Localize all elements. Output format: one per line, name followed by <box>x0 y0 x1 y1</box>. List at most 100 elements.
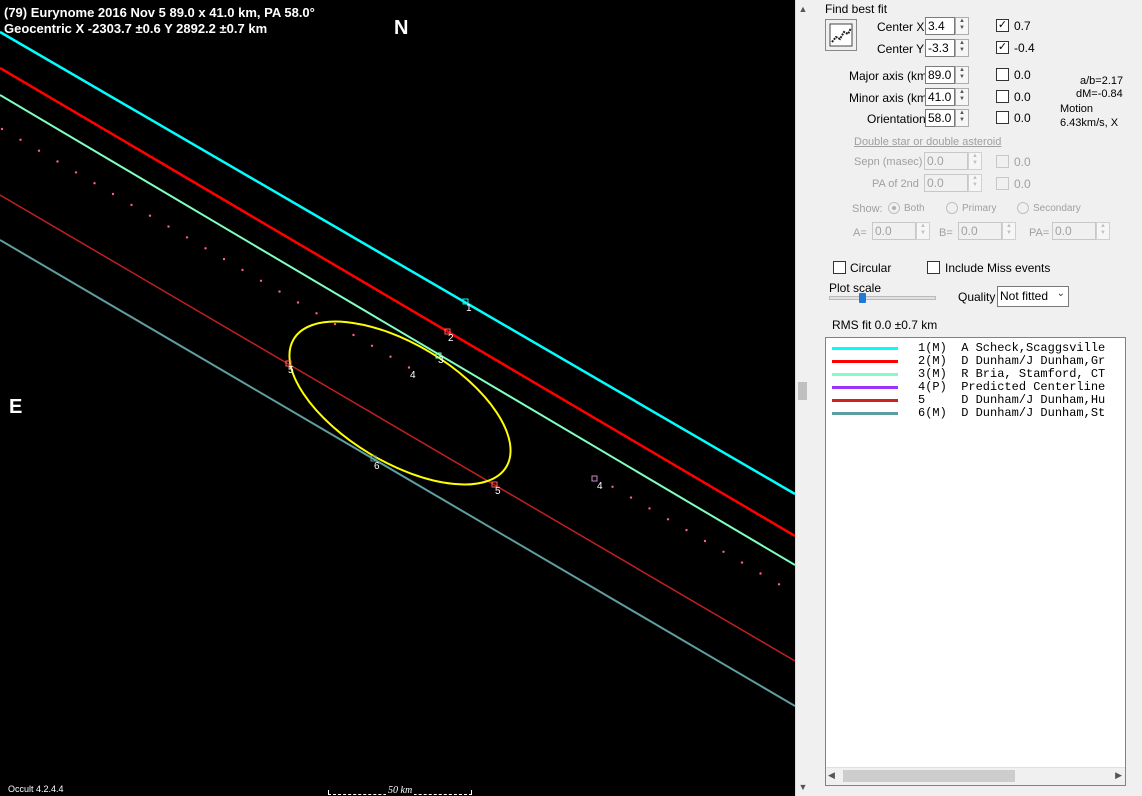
center-y-checkbox[interactable]: ✓ <box>996 41 1009 54</box>
b-label: B= <box>939 227 953 239</box>
major-axis-checkbox[interactable] <box>996 68 1009 81</box>
motion-label: Motion <box>1060 103 1094 115</box>
pa-2nd-result: 0.0 <box>1014 177 1031 191</box>
centerline-dot <box>611 485 614 488</box>
pa-2nd-input[interactable]: 0.0 <box>924 174 968 192</box>
sepn-input[interactable]: 0.0 <box>924 152 968 170</box>
minor-axis-result: 0.0 <box>1014 90 1031 104</box>
east-label: E <box>9 396 23 418</box>
a-label: A= <box>853 227 867 239</box>
find-best-fit-label: Find best fit <box>825 2 888 16</box>
pa-2nd-spinner[interactable]: ▲ ▼ <box>968 174 982 192</box>
sepn-spinner[interactable]: ▲ ▼ <box>968 152 982 170</box>
minor-axis-checkbox[interactable] <box>996 90 1009 103</box>
include-miss-checkbox[interactable] <box>927 261 940 274</box>
a-input[interactable]: 0.0 <box>872 222 916 240</box>
legend-color-swatch <box>832 347 898 350</box>
ab-ratio: a/b=2.17 <box>1080 75 1124 87</box>
centerline-dot <box>777 583 781 586</box>
b-input[interactable]: 0.0 <box>958 222 1002 240</box>
scroll-down-arrow-icon[interactable]: ▼ <box>796 780 810 794</box>
double-star-link[interactable]: Double star or double asteroid <box>854 136 1001 148</box>
centerline-dot <box>296 301 300 304</box>
pa-spinner[interactable]: ▲ ▼ <box>1096 222 1110 240</box>
scroll-right-arrow-icon[interactable]: ▶ <box>1115 770 1122 781</box>
center-x-spinner[interactable]: ▲ ▼ <box>955 17 969 35</box>
orientation-input[interactable]: 58.0 <box>925 109 955 127</box>
b-spinner[interactable]: ▲ ▼ <box>1002 222 1016 240</box>
a-spinner[interactable]: ▲ ▼ <box>916 222 930 240</box>
event-title: (79) Eurynome 2016 Nov 5 89.0 x 41.0 km,… <box>4 5 315 20</box>
sepn-checkbox[interactable] <box>996 155 1009 168</box>
centerline-dot <box>241 268 244 272</box>
centerline-dot <box>93 182 96 185</box>
center-x-input[interactable]: 3.4 <box>925 17 955 35</box>
orientation-spinner[interactable]: ▲ ▼ <box>955 109 969 127</box>
centerline-dot <box>0 127 4 131</box>
centerline-dot <box>167 225 170 228</box>
pa-input[interactable]: 0.0 <box>1052 222 1096 240</box>
orientation-checkbox[interactable] <box>996 111 1009 124</box>
major-axis-result: 0.0 <box>1014 68 1031 82</box>
occult-version: Occult 4.2.4.4 <box>8 784 64 794</box>
chord-label: 6 <box>374 461 380 472</box>
major-axis-input[interactable]: 89.0 <box>925 66 955 84</box>
chord-label: 1 <box>466 303 472 314</box>
minor-axis-input[interactable]: 41.0 <box>925 88 955 106</box>
chord-label: 4 <box>410 370 416 381</box>
chord-label: 5 <box>288 365 294 376</box>
orientation-result: 0.0 <box>1014 111 1031 125</box>
find-best-fit-button[interactable] <box>825 19 857 51</box>
show-secondary-radio[interactable] <box>1017 202 1029 214</box>
chord-label: 2 <box>448 333 454 344</box>
plot-scale-label: Plot scale <box>829 281 882 295</box>
legend-row[interactable]: 6(M) D Dunham/J Dunham,St <box>826 407 1125 420</box>
plot-scale-slider[interactable] <box>829 293 936 303</box>
predicted-centerline-dots <box>0 127 781 586</box>
plot-scale-slider-thumb[interactable] <box>859 293 866 303</box>
chord-legend-list[interactable]: 1(M) A Scheck,Scaggsville 2(M) D Dunham/J… <box>825 337 1126 786</box>
rms-fit: RMS fit 0.0 ±0.7 km <box>832 318 938 332</box>
quality-select-value: Not fitted <box>1000 289 1049 303</box>
centerline-dot <box>740 561 744 564</box>
centerline-dot <box>19 138 22 141</box>
legend-horizontal-scrollbar[interactable]: ◀ ▶ <box>826 767 1125 785</box>
center-x-checkbox[interactable]: ✓ <box>996 19 1009 32</box>
minor-axis-spinner[interactable]: ▲ ▼ <box>955 88 969 106</box>
center-y-input[interactable]: -3.3 <box>925 39 955 57</box>
quality-select[interactable]: Not fitted ⌄ <box>997 286 1069 307</box>
quality-label: Quality <box>958 290 996 304</box>
center-x-label: Center X <box>877 20 925 34</box>
circular-label: Circular <box>850 261 892 275</box>
show-primary-radio[interactable] <box>946 202 958 214</box>
centerline-dot <box>148 214 152 217</box>
scroll-thumb[interactable] <box>798 382 807 400</box>
centerline-dot <box>333 322 337 326</box>
centerline-dot <box>315 312 318 315</box>
chord-label: 4 <box>597 481 603 492</box>
pa-label: PA= <box>1029 227 1050 239</box>
centerline-dot <box>204 247 207 250</box>
scroll-up-arrow-icon[interactable]: ▲ <box>796 2 810 16</box>
pa-2nd-checkbox[interactable] <box>996 177 1009 190</box>
geocentric-coordinates: Geocentric X -2303.7 ±0.6 Y 2892.2 ±0.7 … <box>4 21 268 36</box>
legend-scroll-thumb[interactable] <box>843 770 1015 782</box>
center-y-spinner[interactable]: ▲ ▼ <box>955 39 969 57</box>
centerline-dot <box>759 572 762 575</box>
legend-color-swatch <box>832 412 898 415</box>
centerline-dot <box>389 355 392 358</box>
orientation-label: Orientation <box>867 112 926 126</box>
chord-line-3 <box>0 94 795 566</box>
circular-checkbox[interactable] <box>833 261 846 274</box>
major-axis-spinner[interactable]: ▲ ▼ <box>955 66 969 84</box>
centerline-dot <box>185 236 189 239</box>
north-label: N <box>394 17 409 39</box>
show-both-radio[interactable] <box>888 202 900 214</box>
scroll-left-arrow-icon[interactable]: ◀ <box>828 770 835 781</box>
plot-canvas <box>0 30 795 707</box>
splitter-scrollbar[interactable]: ▲ ▼ <box>795 0 810 796</box>
occultation-plot[interactable]: (79) Eurynome 2016 Nov 5 89.0 x 41.0 km,… <box>0 0 795 796</box>
centerline-dot <box>685 528 688 532</box>
chord-line-6 <box>0 239 795 707</box>
chord-label: 3 <box>438 355 444 366</box>
